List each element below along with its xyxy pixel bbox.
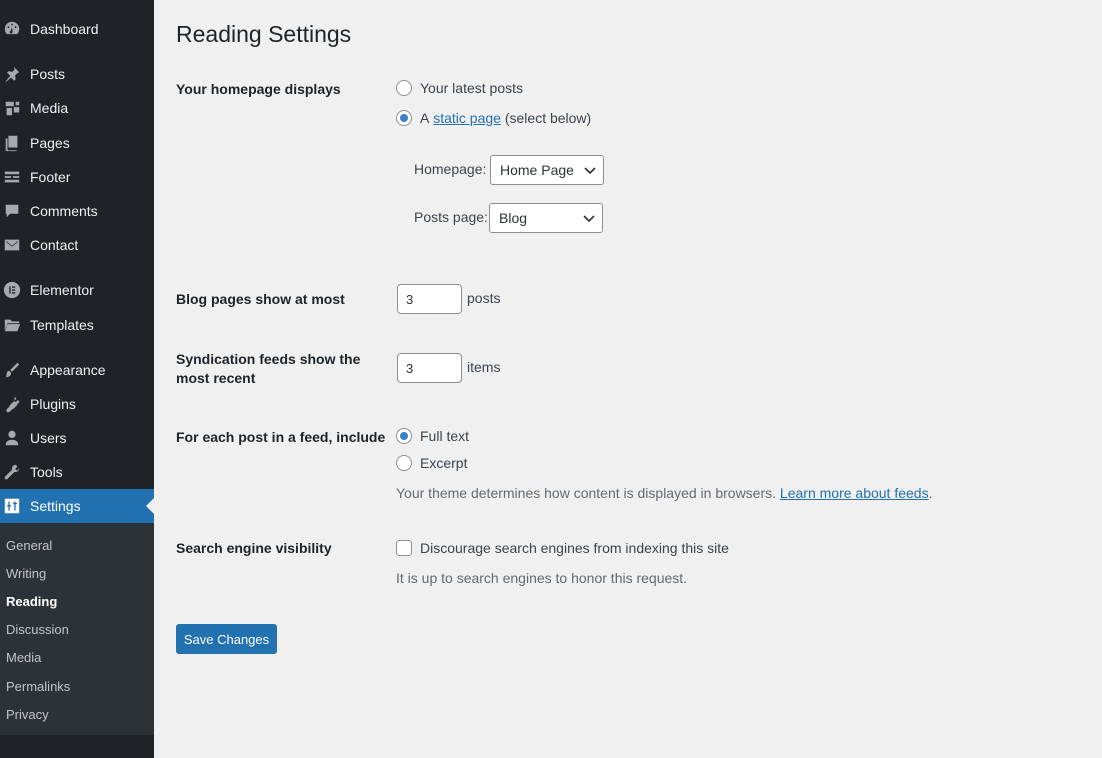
menu-label: Users	[30, 430, 67, 446]
homepage-label: Homepage:	[414, 161, 487, 177]
submenu-general[interactable]: General	[6, 538, 52, 553]
plugin-icon	[2, 394, 22, 414]
posts-page-select-value: Blog	[499, 210, 528, 226]
menu-item-contact[interactable]: Contact	[0, 228, 154, 262]
static-page-option[interactable]: A static page (select below)	[396, 110, 591, 126]
submenu-writing[interactable]: Writing	[6, 566, 46, 581]
menu-label: Elementor	[30, 282, 94, 298]
blog-pages-unit: posts	[467, 290, 501, 306]
syndication-label: Syndication feeds show the most recent	[176, 351, 361, 386]
latest-posts-option[interactable]: Your latest posts	[396, 80, 523, 96]
feed-desc-text: Your theme determines how content is dis…	[396, 485, 777, 501]
latest-posts-radio[interactable]	[396, 80, 412, 96]
feed-description: Your theme determines how content is dis…	[396, 485, 932, 501]
posts-page-select[interactable]: Blog	[489, 203, 603, 233]
menu-label: Templates	[30, 317, 94, 333]
menu-item-templates[interactable]: Templates	[0, 308, 154, 342]
menu-item-posts[interactable]: Posts	[0, 57, 154, 91]
menu-item-comments[interactable]: Comments	[0, 194, 154, 228]
excerpt-label: Excerpt	[420, 455, 468, 471]
wrench-icon	[2, 462, 22, 482]
pages-icon	[2, 133, 22, 153]
learn-feeds-link[interactable]: Learn more about feeds	[780, 485, 929, 501]
static-page-radio[interactable]	[396, 110, 412, 126]
submenu-permalinks[interactable]: Permalinks	[6, 679, 70, 694]
menu-label: Settings	[30, 498, 81, 514]
menu-item-appearance[interactable]: Appearance	[0, 353, 154, 387]
syndication-unit: items	[467, 359, 501, 375]
page-title: Reading Settings	[176, 21, 352, 47]
menu-item-elementor[interactable]: Elementor	[0, 273, 154, 307]
settings-submenu: General Writing Reading Discussion Media…	[0, 523, 154, 735]
feed-include-label: For each post in a feed, include	[176, 429, 386, 445]
menu-label: Comments	[30, 203, 98, 219]
discourage-label: Discourage search engines from indexing …	[420, 540, 729, 556]
search-visibility-label: Search engine visibility	[176, 540, 332, 556]
static-prefix: A	[420, 110, 430, 126]
menu-item-pages[interactable]: Pages	[0, 126, 154, 160]
search-visibility-desc: It is up to search engines to honor this…	[396, 570, 688, 586]
full-text-label: Full text	[420, 428, 470, 444]
menu-label: Plugins	[30, 396, 76, 412]
menu-item-tools[interactable]: Tools	[0, 455, 154, 489]
save-changes-button[interactable]: Save Changes	[176, 624, 277, 654]
pin-icon	[2, 64, 22, 84]
menu-label: Dashboard	[30, 21, 99, 37]
elementor-icon	[2, 280, 22, 300]
menu-label: Footer	[30, 169, 71, 185]
user-icon	[2, 428, 22, 448]
excerpt-radio[interactable]	[396, 455, 412, 471]
menu-label: Pages	[30, 135, 70, 151]
menu-item-footer[interactable]: Footer	[0, 160, 154, 194]
media-icon	[2, 98, 22, 118]
menu-item-users[interactable]: Users	[0, 421, 154, 455]
folder-icon	[2, 315, 22, 335]
submenu-media[interactable]: Media	[6, 650, 41, 665]
chevron-down-icon	[583, 215, 595, 223]
latest-posts-label: Your latest posts	[420, 80, 523, 96]
homepage-displays-label: Your homepage displays	[176, 81, 341, 97]
homepage-select-value: Home Page	[500, 162, 574, 178]
settings-main: Reading Settings Your homepage displays …	[176, 0, 1076, 758]
submenu-discussion[interactable]: Discussion	[6, 622, 69, 637]
mail-icon	[2, 235, 22, 255]
admin-sidebar: Dashboard Posts Media Pages Footer Comme…	[0, 0, 154, 758]
brush-icon	[2, 360, 22, 380]
blog-pages-input[interactable]: 3	[397, 284, 462, 314]
settings-icon	[2, 496, 22, 516]
discourage-option[interactable]: Discourage search engines from indexing …	[396, 540, 729, 556]
discourage-checkbox[interactable]	[396, 540, 412, 556]
full-text-option[interactable]: Full text	[396, 428, 469, 444]
posts-page-label: Posts page:	[414, 209, 488, 225]
menu-item-settings[interactable]: Settings	[0, 489, 154, 523]
menu-label: Tools	[30, 464, 63, 480]
comment-icon	[2, 201, 22, 221]
blog-pages-label: Blog pages show at most	[176, 291, 345, 307]
menu-item-media[interactable]: Media	[0, 91, 154, 125]
static-suffix: (select below)	[504, 110, 592, 126]
menu-item-dashboard[interactable]: Dashboard	[0, 12, 154, 46]
syndication-input[interactable]: 3	[397, 353, 462, 383]
menu-label: Media	[30, 100, 69, 116]
chevron-down-icon	[584, 167, 596, 175]
menu-label: Posts	[30, 66, 66, 82]
static-page-link[interactable]: static page	[433, 110, 501, 126]
dashboard-icon	[2, 19, 22, 39]
footer-icon	[2, 167, 22, 187]
menu-item-plugins[interactable]: Plugins	[0, 387, 154, 421]
menu-label: Contact	[30, 237, 79, 253]
full-text-radio[interactable]	[396, 428, 412, 444]
excerpt-option[interactable]: Excerpt	[396, 455, 467, 471]
feed-desc-end: .	[928, 485, 933, 501]
homepage-select[interactable]: Home Page	[490, 155, 604, 185]
menu-label: Appearance	[30, 362, 106, 378]
submenu-privacy[interactable]: Privacy	[6, 707, 49, 722]
submenu-reading[interactable]: Reading	[6, 594, 57, 609]
